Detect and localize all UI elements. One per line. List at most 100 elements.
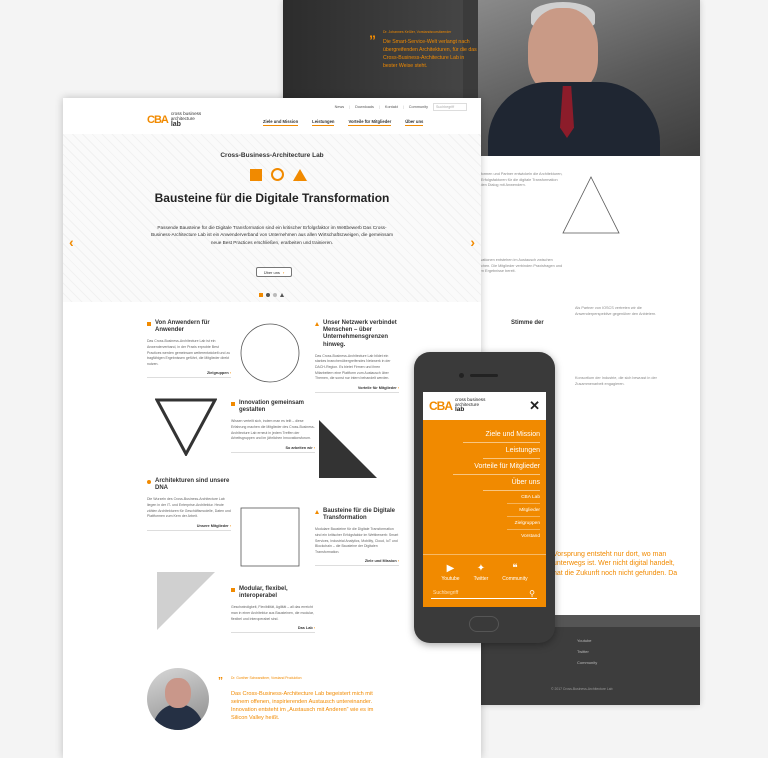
mobile-nav-ueber-uns[interactable]: Über uns [483,475,540,491]
twitter-link[interactable]: Twitter [577,646,597,657]
nav-ueber-uns[interactable]: Über uns [405,119,424,126]
topbar-link-downloads[interactable]: Downloads [355,105,374,109]
slider-prev-arrow-icon[interactable]: ‹ [69,234,74,250]
square-icon [250,168,262,181]
logo-wordmark: cross business architecture lab [170,111,202,129]
feature-link[interactable]: So arbeiten wir › [231,446,315,453]
hero-text: Passende Bausteine für die Digitale Tran… [150,225,394,245]
mobile-search-input[interactable]: Suchbegriff ⚲ [431,588,537,599]
feature-link[interactable]: Das Lab › [231,626,315,634]
quote-text: Das Cross-Business-Architecture Lab bege… [231,691,374,722]
feature-text: Modulare Bausteine für die Digitale Tran… [315,527,399,554]
feature-link[interactable]: Zielgruppen › [147,371,231,379]
slider-dot[interactable] [266,293,270,297]
triangle-solid-icon [319,420,377,478]
circle-icon [271,168,284,181]
twitter-icon: ✦ [476,563,486,574]
youtube-icon: ▶ [446,563,455,574]
mobile-subnav-cba-lab[interactable]: CBA Lab [507,491,540,504]
triangle-outline-icon [562,176,620,234]
mobile-subnav-vorstand[interactable]: Vorstand [507,530,540,542]
back-quote-author: Dr. Johannes Keßler, Vorstandsvorsitzend… [383,30,452,34]
chevron-right-icon: › [282,269,285,275]
mobile-nav-vorteile[interactable]: Vorteile für Mitglieder [453,459,540,475]
about-button[interactable]: Über uns › [256,267,292,277]
slider-dots [259,293,284,297]
logo-mark: CBA [147,114,169,127]
camera-icon [459,373,464,378]
youtube-link[interactable]: Youtube [577,635,597,646]
feature-netzwerk: Unser Netzwerk verbindet Menschen – über… [315,320,399,393]
community-button[interactable]: ❝ Community [502,563,527,582]
slider-dot[interactable] [280,293,284,297]
community-link[interactable]: Community [577,657,597,668]
nav-leistungen[interactable]: Leistungen [312,119,335,126]
feature-text: Wissen verteilt sich, indem man es teilt… [231,419,315,441]
square-outline-icon [240,507,300,567]
search-icon: ⚲ [529,588,535,598]
mobile-phone-mockup: CBA cross business architecture lab ✕ Ziel… [414,352,555,643]
topbar-link-community[interactable]: Community [409,105,428,109]
hero-title: Bausteine für die Digitale Transformatio… [154,191,390,205]
feature-bausteine: Bausteine für die Digitale Transformatio… [315,508,399,567]
feature-link[interactable]: Ziele und Mission › [315,559,399,567]
quote-author: Dr. Gunther Schwandtner, Vorstand Produk… [231,676,302,680]
feature-innovation: Innovation gemeinsam gestalten Wissen ve… [231,400,315,453]
feature-text: Das Cross-Business-Architecture Lab ist … [147,339,231,366]
quote-mark-icon: ” [218,676,223,687]
mobile-header: CBA cross business architecture lab ✕ [423,392,546,420]
close-icon[interactable]: ✕ [529,398,540,414]
feature-text: Das Cross-Business-Architecture Lab bild… [315,353,391,381]
feature-text: Die Wurzeln des Cross-Business-Architect… [147,497,231,519]
nav-ziele-und-mission[interactable]: Ziele und Mission [263,119,299,126]
slider-dot[interactable] [273,293,277,297]
feature-architekturen: Architekturen sind unsere DNA Die Wurzel… [147,478,231,531]
feature-modular: Modular, flexibel, interoperabel Geschwi… [231,586,315,634]
mobile-nav-leistungen[interactable]: Leistungen [483,443,540,459]
nav-vorteile-fuer-mitglieder[interactable]: Vorteile für Mitglieder [348,119,392,126]
search-input[interactable]: Suchbegriff [433,103,467,111]
twitter-button[interactable]: ✦ Twitter [474,563,489,582]
triangle-grey-icon [157,572,215,630]
feature-title: Modular, flexibel, interoperabel [231,586,315,600]
back-quote-text: Die Smart-Service-Welt verlangt nach übe… [383,39,477,69]
quote-mark-icon: ” [369,32,376,48]
back-body-text: Plattformen und Partner entwickeln die A… [473,172,563,188]
site-logo[interactable]: CBA cross business architecture lab [147,111,202,129]
triangle-down-icon [155,398,217,456]
home-button [469,616,499,632]
youtube-button[interactable]: ▶ Youtube [441,563,459,582]
feature-link[interactable]: Vorteile für Mitglieder › [315,386,399,393]
triangle-icon [293,168,307,181]
feature-title: Von Anwendern für Anwender [147,320,231,334]
speech-bubble-icon: ❝ [512,563,518,574]
back-body-text-3: Als Partner von IOSCS vertreten wir die … [575,306,657,316]
avatar [147,668,209,730]
mockup-stage: ” Dr. Johannes Keßler, Vorstandsvorsitze… [0,0,768,758]
top-utility-bar: News | Downloads | Kontakt | Community Such… [335,103,467,111]
feature-title: Innovation gemeinsam gestalten [231,400,315,414]
feature-title: Unser Netzwerk verbindet Menschen – über… [315,320,399,349]
feature-anwender: Von Anwendern für Anwender Das Cross-Bus… [147,320,231,379]
feature-link[interactable]: Unsere Mitglieder › [147,524,231,531]
speaker-icon [470,374,498,377]
feature-text: Geschwindigkeit, Flexibilität, Agilität … [231,605,314,621]
main-navigation: Ziele und Mission Leistungen Vorteile fü… [263,119,424,126]
topbar-link-kontakt[interactable]: Kontakt [385,105,398,109]
slider-next-arrow-icon[interactable]: › [470,234,475,250]
hero-shapes [250,168,307,181]
copyright: © 2017 Cross-Business-Architecture Lab [551,687,613,691]
mobile-subnav-mitglieder[interactable]: Mitglieder [507,504,540,517]
circle-outline-icon [240,323,300,383]
back-footer-social: Youtube Twitter Community [577,635,597,669]
mobile-subnav-zielgruppen[interactable]: Zielgruppen [507,517,540,530]
mobile-logo[interactable]: CBA cross business architecture lab [429,398,485,414]
back-section-heading: Stimme der [511,320,544,326]
hero-slider: Cross-Business-Architecture Lab Baustein… [63,134,481,302]
back-hero-quote: ” Dr. Johannes Keßler, Vorstandsvorsitze… [369,30,478,70]
topbar-link-news[interactable]: News [335,105,345,109]
mobile-menu: Ziele und Mission Leistungen Vorteile fü… [423,420,546,542]
slider-dot[interactable] [259,293,263,297]
back-body-text-4: Konsortium der Industrie, die sich bewus… [575,376,657,386]
mobile-nav-ziele[interactable]: Ziele und Mission [463,427,540,443]
